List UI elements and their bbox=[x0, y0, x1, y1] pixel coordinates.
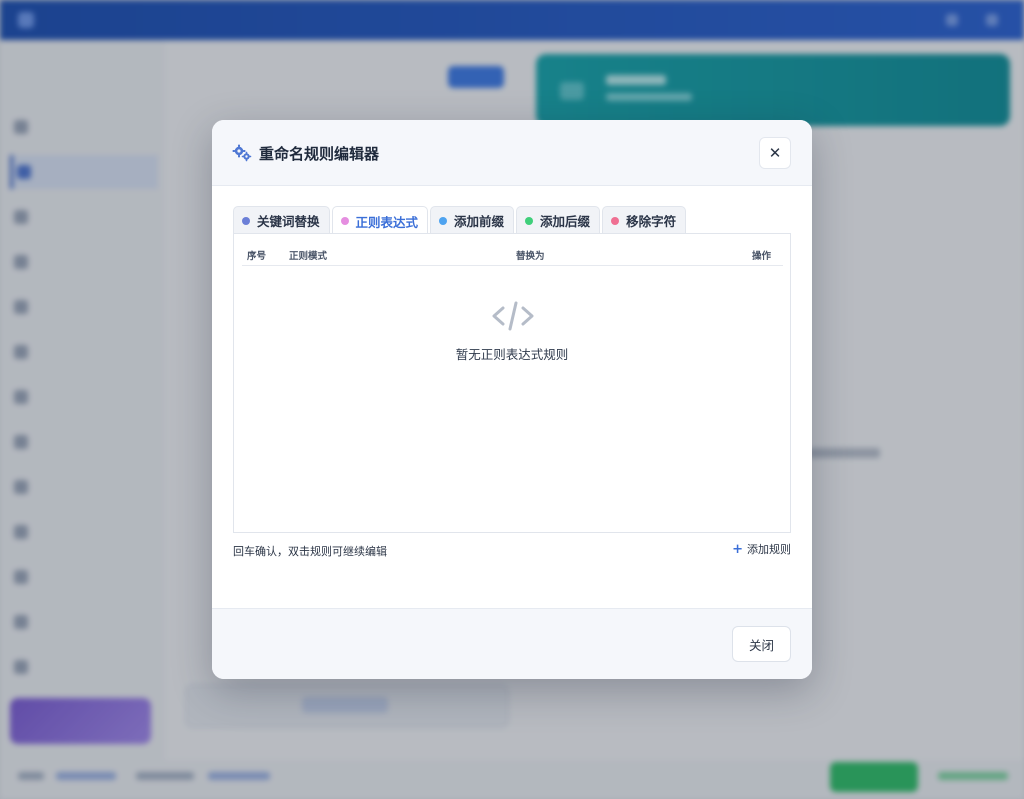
regex-rules-table: 序号 正则模式 替换为 操作 暂无正则表达式规则 bbox=[233, 233, 791, 533]
column-header-actions: 操作 bbox=[752, 251, 772, 262]
rename-rules-modal: 重命名规则编辑器 ✕ 关键词替换 正则表达式 添加前缀 添加后缀 移除字符 序号… bbox=[212, 120, 812, 679]
hint-text: 回车确认，双击规则可继续编辑 bbox=[233, 545, 387, 558]
empty-state-text: 暂无正则表达式规则 bbox=[455, 347, 569, 362]
tab-label: 正则表达式 bbox=[355, 214, 419, 230]
add-rule-label: 添加规则 bbox=[747, 543, 791, 556]
tab-label: 添加后缀 bbox=[540, 214, 591, 229]
tab-dot-icon bbox=[340, 217, 349, 225]
tab-dot-icon bbox=[242, 216, 250, 225]
modal-footer: 关闭 bbox=[212, 608, 812, 679]
tab-label: 关键词替换 bbox=[257, 214, 320, 229]
code-icon bbox=[492, 301, 534, 331]
gears-icon bbox=[232, 144, 252, 162]
tab-keyword-replace[interactable]: 关键词替换 bbox=[233, 206, 330, 234]
add-rule-button[interactable]: + 添加规则 bbox=[732, 541, 791, 557]
tab-regex[interactable]: 正则表达式 bbox=[331, 206, 429, 235]
plus-icon: + bbox=[732, 541, 743, 557]
tab-dot-icon bbox=[439, 216, 448, 225]
rule-type-tabs: 关键词替换 正则表达式 添加前缀 添加后缀 移除字符 bbox=[233, 206, 687, 235]
column-header-index: 序号 bbox=[247, 251, 267, 262]
modal-title: 重命名规则编辑器 bbox=[259, 145, 380, 163]
tab-label: 移除字符 bbox=[626, 214, 677, 229]
tab-dot-icon bbox=[611, 216, 620, 225]
tab-add-prefix[interactable]: 添加前缀 bbox=[430, 206, 515, 234]
column-header-replacement: 替换为 bbox=[516, 251, 545, 262]
close-button[interactable]: ✕ bbox=[759, 137, 791, 169]
column-header-pattern: 正则模式 bbox=[289, 251, 328, 262]
tab-remove-chars[interactable]: 移除字符 bbox=[602, 206, 687, 234]
footer-close-button[interactable]: 关闭 bbox=[732, 626, 791, 662]
tab-dot-icon bbox=[525, 216, 534, 225]
table-header-row: 序号 正则模式 替换为 操作 bbox=[242, 242, 783, 266]
modal-header: 重命名规则编辑器 ✕ bbox=[212, 120, 812, 186]
tab-label: 添加前缀 bbox=[454, 214, 505, 229]
tab-add-suffix[interactable]: 添加后缀 bbox=[516, 206, 601, 234]
